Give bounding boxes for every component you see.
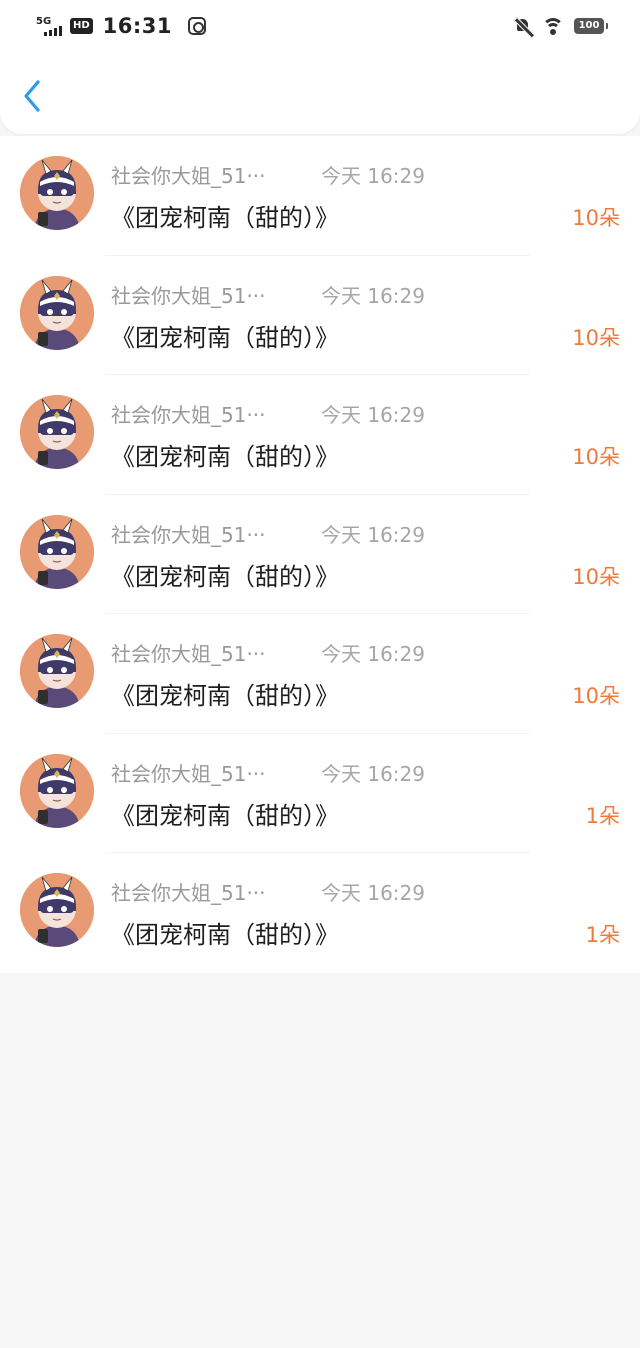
list-item[interactable]: 社会你大姐_51··· 今天 16:29 《团宠柯南（甜的）》 10朵 (0, 256, 640, 375)
sender-name: 社会你大姐_51··· (111, 522, 266, 547)
app-notification-icon (188, 17, 207, 35)
sender-name: 社会你大姐_51··· (111, 761, 266, 786)
hd-icon: HD (70, 18, 93, 34)
timestamp: 今天 16:29 (321, 164, 425, 188)
sender-name: 社会你大姐_51··· (111, 642, 266, 666)
sender-name: 社会你大姐_51··· (111, 403, 266, 427)
battery-icon: 100 (574, 18, 608, 34)
avatar[interactable] (20, 156, 94, 230)
avatar-image (20, 514, 94, 589)
timestamp: 今天 16:29 (321, 881, 425, 905)
avatar-image (20, 753, 94, 828)
timestamp: 今天 16:29 (321, 761, 425, 786)
timestamp: 今天 16:29 (321, 403, 425, 427)
status-bar: 5G HD 16:31 100 (0, 0, 640, 52)
gift-amount: 10朵 (572, 325, 620, 350)
timestamp: 今天 16:29 (321, 642, 425, 666)
list-item[interactable]: 社会你大姐_51··· 今天 16:29 《团宠柯南（甜的）》 1朵 (0, 853, 640, 973)
story-title: 《团宠柯南（甜的）》 (111, 443, 339, 471)
gift-amount: 10朵 (572, 445, 620, 469)
chevron-left-icon (24, 80, 40, 112)
sender-name: 社会你大姐_51··· (111, 283, 266, 308)
story-title: 《团宠柯南（甜的）》 (111, 921, 339, 949)
avatar-image (20, 395, 94, 469)
list-item[interactable]: 社会你大姐_51··· 今天 16:29 《团宠柯南（甜的）》 10朵 (0, 375, 640, 495)
list-item[interactable]: 社会你大姐_51··· 今天 16:29 《团宠柯南（甜的）》 1朵 (0, 734, 640, 853)
sender-name: 社会你大姐_51··· (111, 881, 266, 905)
avatar[interactable] (20, 634, 94, 708)
signal-icon: 5G (36, 14, 66, 38)
gift-amount: 1朵 (585, 803, 620, 828)
avatar[interactable] (20, 514, 94, 589)
list-item[interactable]: 社会你大姐_51··· 今天 16:29 《团宠柯南（甜的）》 10朵 (0, 495, 640, 614)
gift-record-list: 社会你大姐_51··· 今天 16:29 《团宠柯南（甜的）》 10朵 社会你大… (0, 136, 640, 973)
avatar[interactable] (20, 873, 94, 947)
status-bar-left: 5G HD 16:31 (36, 12, 207, 40)
story-title: 《团宠柯南（甜的）》 (111, 323, 339, 352)
gift-amount: 10朵 (572, 206, 620, 230)
nav-bar (0, 52, 640, 134)
avatar-image (20, 873, 94, 947)
status-time: 16:31 (102, 14, 173, 38)
gift-amount: 10朵 (572, 564, 620, 589)
avatar-image (20, 275, 94, 350)
list-item[interactable]: 社会你大姐_51··· 今天 16:29 《团宠柯南（甜的）》 10朵 (0, 136, 640, 256)
story-title: 《团宠柯南（甜的）》 (111, 682, 339, 710)
sender-name: 社会你大姐_51··· (111, 164, 266, 188)
story-title: 《团宠柯南（甜的）》 (111, 204, 339, 232)
gift-amount: 10朵 (572, 684, 620, 708)
avatar-image (20, 634, 94, 708)
back-button[interactable] (18, 78, 50, 114)
timestamp: 今天 16:29 (321, 522, 425, 547)
gift-amount: 1朵 (585, 923, 620, 947)
list-item[interactable]: 社会你大姐_51··· 今天 16:29 《团宠柯南（甜的）》 10朵 (0, 614, 640, 734)
avatar[interactable] (20, 395, 94, 469)
avatar[interactable] (20, 275, 94, 350)
wifi-icon (542, 17, 564, 35)
story-title: 《团宠柯南（甜的）》 (111, 801, 339, 830)
status-bar-right: 100 (514, 14, 608, 38)
avatar-image (20, 156, 94, 230)
timestamp: 今天 16:29 (321, 283, 425, 308)
avatar[interactable] (20, 753, 94, 828)
bell-off-icon (514, 16, 532, 36)
story-title: 《团宠柯南（甜的）》 (111, 562, 339, 591)
